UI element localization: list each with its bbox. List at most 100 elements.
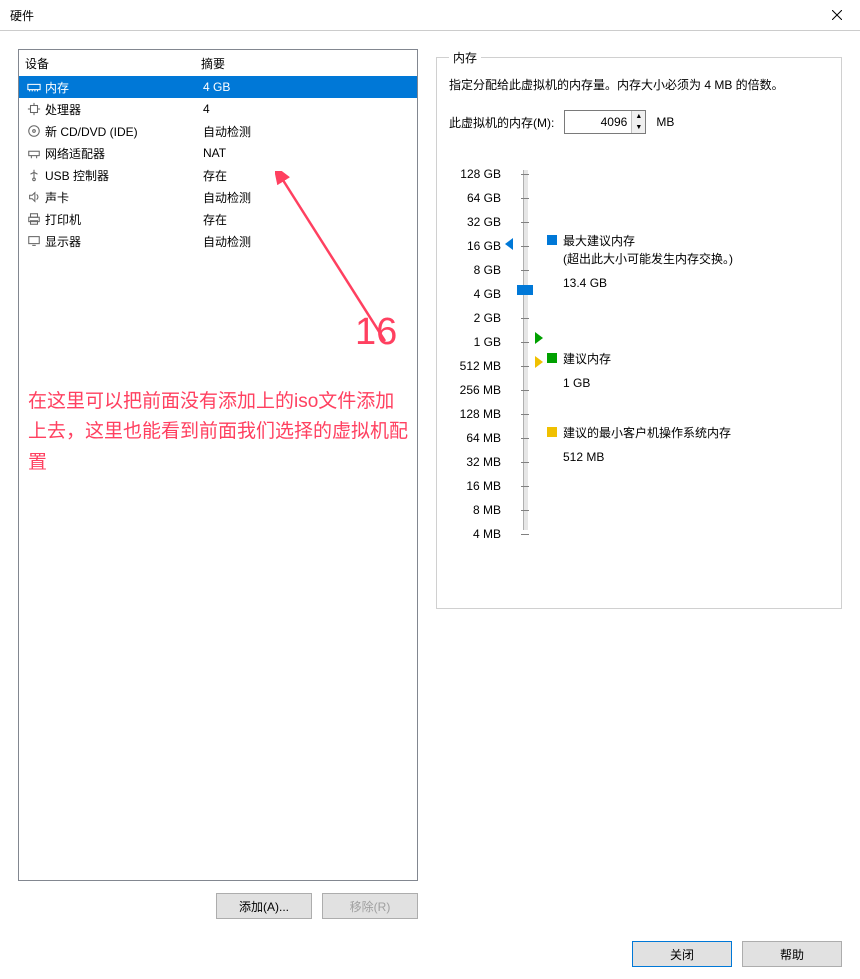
remove-button[interactable]: 移除(R) [322,893,418,919]
slider-tick [521,462,529,463]
slider-tick-label: 64 MB [449,426,507,450]
slider-tick-label: 16 GB [449,234,507,258]
device-name: 声卡 [43,189,203,206]
device-name: 打印机 [43,211,203,228]
slider-tick-label: 8 MB [449,498,507,522]
device-name: 网络适配器 [43,145,203,162]
device-name: 处理器 [43,101,203,118]
window-title: 硬件 [10,7,814,24]
printer-icon [25,212,43,226]
device-row[interactable]: 打印机存在 [19,208,417,230]
memory-groupbox: 内存 指定分配给此虚拟机的内存量。内存大小必须为 4 MB 的倍数。 此虚拟机的… [436,49,842,609]
add-button[interactable]: 添加(A)... [216,893,312,919]
slider-tick-label: 256 MB [449,378,507,402]
memory-input[interactable] [565,111,631,133]
slider-tick-label: 32 MB [449,450,507,474]
display-icon [25,234,43,248]
close-icon[interactable] [814,0,860,30]
spin-down-icon[interactable]: ▼ [632,122,645,133]
slider-labels: 128 GB64 GB32 GB16 GB8 GB4 GB2 GB1 GB512… [449,162,507,546]
column-summary: 摘要 [201,55,411,72]
memory-spinbox[interactable]: ▲ ▼ [564,110,646,134]
slider-tick-label: 128 MB [449,402,507,426]
slider-tick-label: 16 MB [449,474,507,498]
slider-tick-label: 512 MB [449,354,507,378]
slider-tick [521,174,529,175]
device-summary: 自动检测 [203,233,411,250]
slider-tick [521,414,529,415]
memory-panel: 内存 指定分配给此虚拟机的内存量。内存大小必须为 4 MB 的倍数。 此虚拟机的… [436,49,842,919]
memory-icon [25,80,43,94]
device-row[interactable]: 内存4 GB [19,76,417,98]
slider-side-labels: 最大建议内存 (超出此大小可能发生内存交换。) 13.4 GB 建议内存 1 G… [547,162,829,546]
slider-tick [521,342,529,343]
device-row[interactable]: 新 CD/DVD (IDE)自动检测 [19,120,417,142]
device-summary: 4 [203,102,411,116]
slider-tick [521,222,529,223]
device-name: USB 控制器 [43,167,203,184]
device-list-header: 设备 摘要 [19,50,417,76]
device-row[interactable]: 网络适配器NAT [19,142,417,164]
slider-tick-label: 8 GB [449,258,507,282]
device-row[interactable]: 声卡自动检测 [19,186,417,208]
max-marker-icon [505,238,513,250]
slider-tick-label: 1 GB [449,330,507,354]
cpu-icon [25,102,43,116]
dialog-footer: 关闭 帮助 [632,941,842,967]
slider-tick-label: 4 MB [449,522,507,546]
slider-tick-label: 64 GB [449,186,507,210]
min-color-swatch [547,427,557,437]
slider-tick-label: 2 GB [449,306,507,330]
device-list[interactable]: 设备 摘要 内存4 GB处理器4新 CD/DVD (IDE)自动检测网络适配器N… [18,49,418,881]
min-marker-icon [535,356,543,368]
device-summary: 自动检测 [203,189,411,206]
memory-description: 指定分配给此虚拟机的内存量。内存大小必须为 4 MB 的倍数。 [449,76,829,94]
slider-thumb[interactable] [517,285,533,295]
help-button[interactable]: 帮助 [742,941,842,967]
device-name: 新 CD/DVD (IDE) [43,123,203,140]
memory-slider-area: 128 GB64 GB32 GB16 GB8 GB4 GB2 GB1 GB512… [449,162,829,546]
memory-group-title: 内存 [449,49,481,66]
slider-tick [521,246,529,247]
slider-tick [521,390,529,391]
slider-tick [521,318,529,319]
memory-slider[interactable] [507,162,547,546]
device-summary: 存在 [203,167,411,184]
device-summary: 4 GB [203,80,411,94]
slider-tick-label: 4 GB [449,282,507,306]
network-icon [25,146,43,160]
device-name: 内存 [43,79,203,96]
rec-marker-icon [535,332,543,344]
device-summary: 自动检测 [203,123,411,140]
spin-buttons[interactable]: ▲ ▼ [631,111,645,133]
hardware-dialog: 硬件 设备 摘要 内存4 GB处理器4新 CD/DVD (IDE)自动检测网络适… [0,0,860,979]
rec-color-swatch [547,353,557,363]
slider-tick [521,510,529,511]
rec-memory-label: 建议内存 1 GB [563,350,611,392]
disc-icon [25,124,43,138]
close-button[interactable]: 关闭 [632,941,732,967]
memory-unit: MB [656,115,674,129]
sound-icon [25,190,43,204]
slider-tick [521,366,529,367]
slider-tick-label: 32 GB [449,210,507,234]
device-summary: NAT [203,146,411,160]
min-memory-label: 建议的最小客户机操作系统内存 512 MB [563,424,731,466]
device-panel: 设备 摘要 内存4 GB处理器4新 CD/DVD (IDE)自动检测网络适配器N… [18,49,418,919]
slider-tick-label: 128 GB [449,162,507,186]
slider-tick [521,486,529,487]
device-row[interactable]: 显示器自动检测 [19,230,417,252]
device-summary: 存在 [203,211,411,228]
device-row[interactable]: USB 控制器存在 [19,164,417,186]
usb-icon [25,168,43,182]
slider-tick [521,270,529,271]
slider-tick [521,198,529,199]
titlebar: 硬件 [0,0,860,31]
max-color-swatch [547,235,557,245]
slider-tick [521,534,529,535]
max-memory-label: 最大建议内存 (超出此大小可能发生内存交换。) 13.4 GB [563,232,733,292]
slider-tick [521,438,529,439]
spin-up-icon[interactable]: ▲ [632,111,645,122]
column-device: 设备 [25,55,201,72]
device-row[interactable]: 处理器4 [19,98,417,120]
